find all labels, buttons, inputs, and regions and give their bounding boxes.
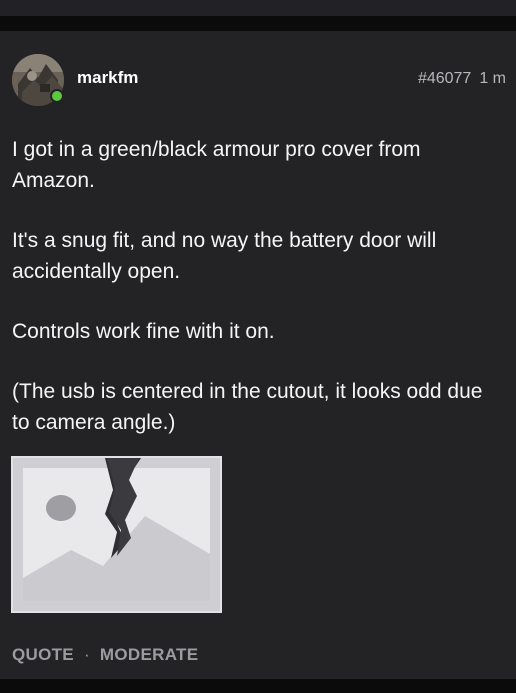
post-number[interactable]: #46077 — [418, 70, 471, 87]
broken-image-icon — [13, 458, 220, 611]
post-paragraph: Controls work fine with it on. — [12, 320, 275, 343]
image-attachment[interactable] — [11, 456, 222, 613]
post-meta: #46077 1 m — [418, 69, 506, 89]
action-separator: · — [83, 645, 90, 664]
post-paragraph: It's a snug fit, and no way the battery … — [12, 229, 437, 283]
post-actions: QUOTE · MODERATE — [12, 644, 198, 666]
online-status-indicator — [50, 89, 64, 103]
moderate-button[interactable]: MODERATE — [100, 645, 198, 664]
post-author[interactable]: markfm — [77, 68, 138, 88]
post-paragraph: (The usb is centered in the cutout, it l… — [12, 380, 483, 434]
quote-button[interactable]: QUOTE — [12, 645, 74, 664]
top-bar — [0, 0, 516, 16]
post-time: 1 m — [479, 70, 506, 87]
bottom-divider — [0, 679, 516, 693]
post-paragraph: I got in a green/black armour pro cover … — [12, 138, 421, 192]
post-body: I got in a green/black armour pro cover … — [12, 134, 502, 438]
top-divider — [0, 16, 516, 31]
